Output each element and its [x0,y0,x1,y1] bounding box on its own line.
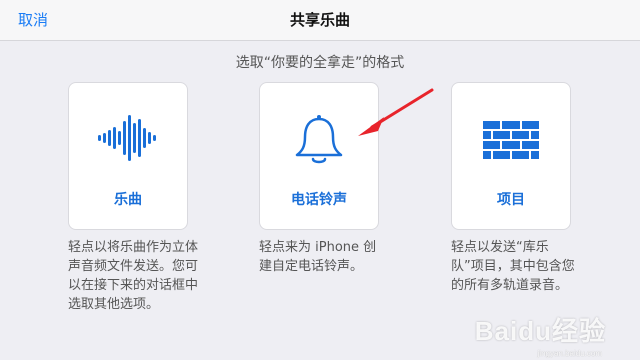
format-prompt: 选取“你要的全拿走”的格式 [235,55,405,71]
baidu-watermark-url: jingyan.baidu.com [537,349,602,358]
bell-icon [260,113,378,164]
project-option-description: 轻点以发送“库乐队”项目，其中包含您的所有多轨道录音。 [451,240,575,293]
song-option-description: 轻点以将乐曲作为立体声音频文件发送。您可以在接下来的对话框中选取其他选项。 [68,240,199,312]
ringtone-option-description: 轻点来为 iPhone 创建自定电话铃声。 [259,240,377,274]
ringtone-option-card[interactable]: 电话铃声 [259,82,379,230]
ringtone-option-label: 电话铃声 [291,192,347,208]
song-option-label: 乐曲 [114,192,142,208]
brick-wall-icon [452,113,570,163]
project-option-card[interactable]: 项目 [451,82,571,230]
waveform-icon [69,113,187,163]
baidu-watermark: Baidu经验 [474,316,606,346]
navigation-bar: 取消 共享乐曲 [0,0,640,41]
project-option-label: 项目 [497,192,525,208]
song-option-card[interactable]: 乐曲 [68,82,188,230]
page-title: 共享乐曲 [289,11,350,29]
